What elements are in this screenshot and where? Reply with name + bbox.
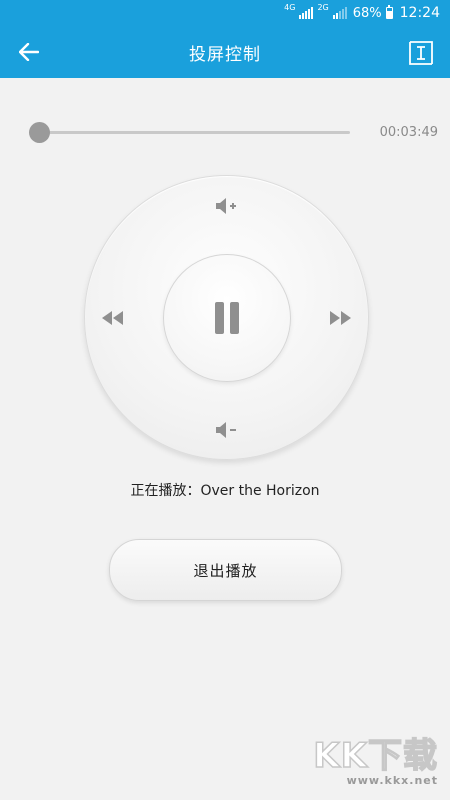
progress-bar[interactable]	[38, 131, 350, 134]
status-bar: 4G 2G 68% 12:24	[0, 0, 450, 26]
rewind-icon	[102, 311, 123, 325]
battery-icon	[385, 5, 393, 19]
network-2g-label: 2G	[317, 3, 329, 12]
status-time: 12:24	[399, 5, 440, 21]
volume-up-icon	[216, 198, 236, 214]
signal-icon	[299, 7, 314, 19]
progress-thumb[interactable]	[29, 122, 50, 143]
exit-playback-button[interactable]: 退出播放	[109, 539, 342, 601]
signal-icon	[332, 7, 347, 19]
fast-forward-button[interactable]	[322, 302, 358, 334]
rewind-button[interactable]	[95, 302, 131, 334]
page-title: 投屏控制	[189, 45, 261, 65]
status-icons: 4G 2G 68% 12:24	[284, 3, 440, 23]
app-bar: 投屏控制	[0, 26, 450, 78]
duration-label: 00:03:49	[379, 125, 438, 140]
control-wheel	[84, 175, 369, 460]
network-4g-label: 4G	[284, 3, 296, 12]
watermark-logo: KK下载	[313, 736, 438, 776]
fast-forward-icon	[330, 311, 351, 325]
pause-button[interactable]	[163, 254, 291, 382]
pause-icon	[215, 302, 239, 334]
device-list-icon	[409, 41, 433, 65]
volume-down-button[interactable]	[211, 414, 243, 446]
volume-up-button[interactable]	[211, 190, 243, 222]
battery-percentage: 68%	[352, 5, 382, 21]
watermark: KK下载 www.kkx.net	[313, 736, 438, 787]
device-list-button[interactable]	[406, 38, 436, 68]
now-playing-text: 正在播放：Over the Horizon	[130, 483, 320, 499]
volume-down-icon	[216, 422, 236, 438]
